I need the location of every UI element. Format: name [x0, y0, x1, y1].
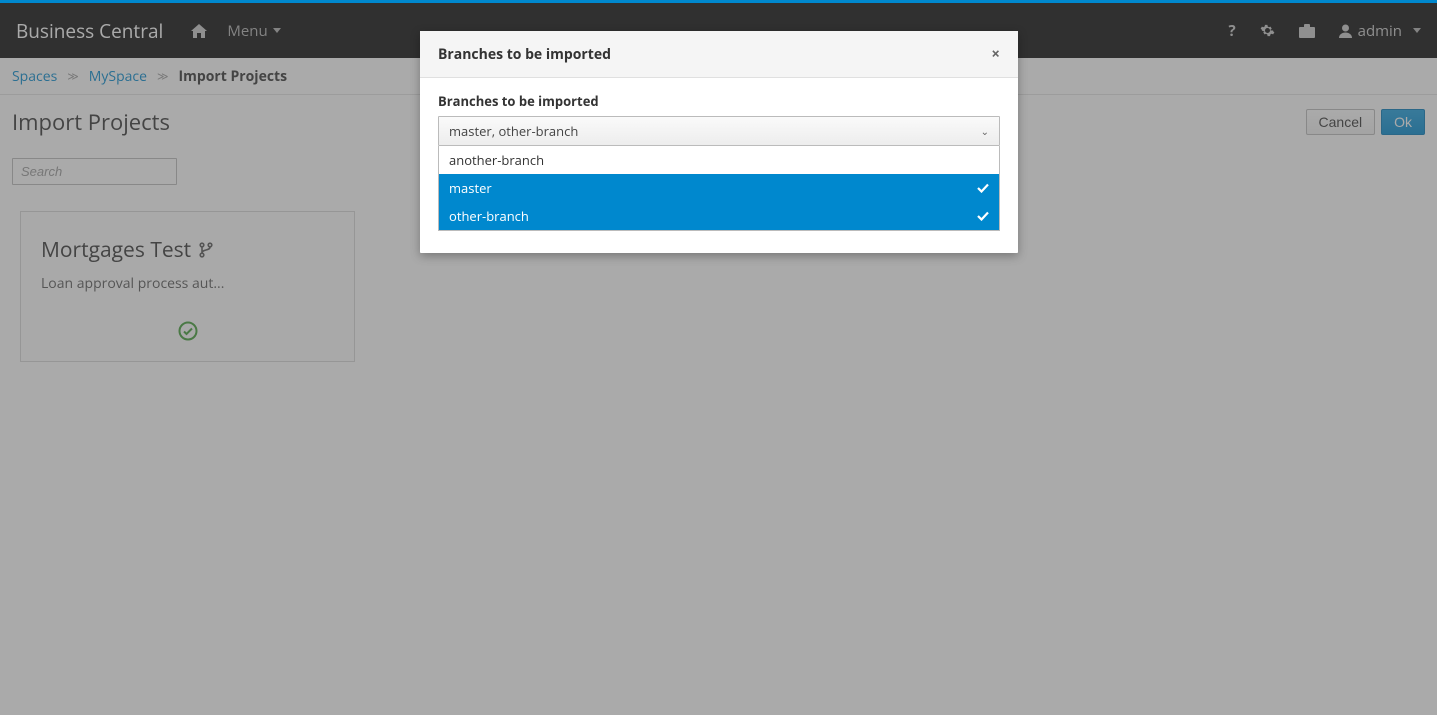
branch-option[interactable]: another-branch	[439, 146, 999, 174]
modal-title: Branches to be imported	[438, 45, 611, 64]
branch-option[interactable]: master	[439, 174, 999, 202]
branches-select[interactable]: master, other-branch ⌄	[438, 116, 1000, 146]
branch-option[interactable]: other-branch	[439, 202, 999, 230]
chevron-down-icon: ⌄	[981, 124, 989, 138]
check-icon	[977, 211, 989, 221]
branch-option-label: another-branch	[449, 151, 544, 169]
branches-dropdown: another-branch master other-branch	[438, 146, 1000, 231]
branch-option-label: master	[449, 179, 492, 197]
branches-field-label: Branches to be imported	[438, 92, 1000, 110]
branch-option-label: other-branch	[449, 207, 529, 225]
close-icon[interactable]: ×	[991, 44, 1000, 64]
branches-selected-text: master, other-branch	[449, 122, 578, 140]
branches-modal: Branches to be imported × Branches to be…	[420, 31, 1018, 253]
check-icon	[977, 183, 989, 193]
